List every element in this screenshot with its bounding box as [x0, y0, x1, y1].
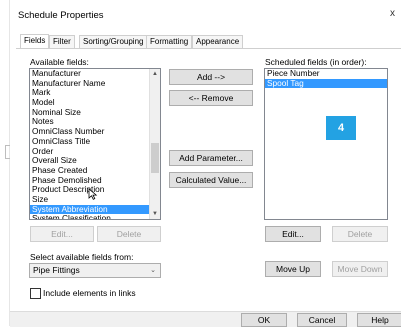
available-fields-label: Available fields: [30, 57, 89, 67]
mouse-cursor-icon [88, 188, 98, 200]
available-field-item[interactable]: Model [30, 98, 160, 108]
scheduled-fields-label: Scheduled fields (in order): [265, 57, 367, 67]
ok-button[interactable]: OK [241, 313, 287, 327]
move-up-button[interactable]: Move Up [265, 261, 321, 277]
tab-sorting-grouping[interactable]: Sorting/Grouping [79, 35, 148, 48]
dialog-title: Schedule Properties [18, 10, 104, 21]
close-icon[interactable]: x [390, 8, 395, 19]
edge-bracket [5, 145, 10, 159]
available-field-item[interactable]: OmniClass Title [30, 137, 160, 147]
field-source-value: Pipe Fittings [33, 265, 80, 275]
available-field-item[interactable]: System Classification [30, 214, 160, 219]
available-field-item[interactable]: Notes [30, 117, 160, 127]
available-field-item[interactable]: Mark [30, 88, 160, 98]
available-field-item[interactable]: Order [30, 147, 160, 157]
available-field-item[interactable]: System Abbreviation [30, 204, 160, 215]
tab-fields[interactable]: Fields [20, 34, 50, 49]
remove-button[interactable]: <-- Remove [169, 90, 253, 106]
tab-filter[interactable]: Filter [49, 35, 75, 48]
field-source-select[interactable]: Pipe Fittings ⌄ [29, 263, 161, 278]
include-links-label: Include elements in links [43, 288, 136, 298]
available-fields-scrollbar[interactable]: ▲ ▼ [149, 69, 160, 219]
available-field-item[interactable]: Nominal Size [30, 108, 160, 118]
add-button[interactable]: Add --> [169, 69, 253, 85]
select-fields-from-label: Select available fields from: [30, 252, 134, 262]
include-links-checkbox[interactable] [30, 288, 41, 299]
tab-appearance[interactable]: Appearance [192, 35, 244, 48]
background-window-edge [0, 0, 10, 326]
help-button[interactable]: Help [357, 313, 401, 327]
calculated-value-button[interactable]: Calculated Value... [169, 172, 253, 188]
move-down-button[interactable]: Move Down [332, 261, 388, 277]
delete-scheduled-button[interactable]: Delete [332, 226, 388, 242]
scheduled-fields-list[interactable]: Piece Number Spool Tag [264, 68, 388, 220]
available-field-item[interactable]: Overall Size [30, 156, 160, 166]
available-field-item[interactable]: Manufacturer [30, 69, 160, 79]
available-field-item[interactable]: Phase Demolished [30, 176, 160, 186]
scroll-thumb[interactable] [151, 143, 159, 173]
scheduled-field-item[interactable]: Piece Number [265, 69, 387, 79]
scroll-down-icon[interactable]: ▼ [150, 211, 160, 217]
available-field-item[interactable]: Manufacturer Name [30, 79, 160, 89]
title-bar: Schedule Properties x [10, 0, 401, 30]
tab-formatting[interactable]: Formatting [146, 35, 193, 48]
delete-available-button[interactable]: Delete [97, 226, 161, 242]
edit-scheduled-button[interactable]: Edit... [265, 226, 321, 242]
add-parameter-button[interactable]: Add Parameter... [169, 150, 253, 166]
chevron-down-icon: ⌄ [150, 267, 156, 274]
schedule-properties-dialog: Schedule Properties x Fields Filter Sort… [0, 0, 401, 327]
cancel-button[interactable]: Cancel [297, 313, 347, 327]
edit-available-button[interactable]: Edit... [30, 226, 94, 242]
available-field-item[interactable]: Phase Created [30, 166, 160, 176]
available-field-item[interactable]: OmniClass Number [30, 127, 160, 137]
scheduled-field-item[interactable]: Spool Tag [265, 78, 387, 89]
scroll-up-icon[interactable]: ▲ [150, 71, 160, 77]
step-number-badge: 4 [326, 116, 356, 140]
